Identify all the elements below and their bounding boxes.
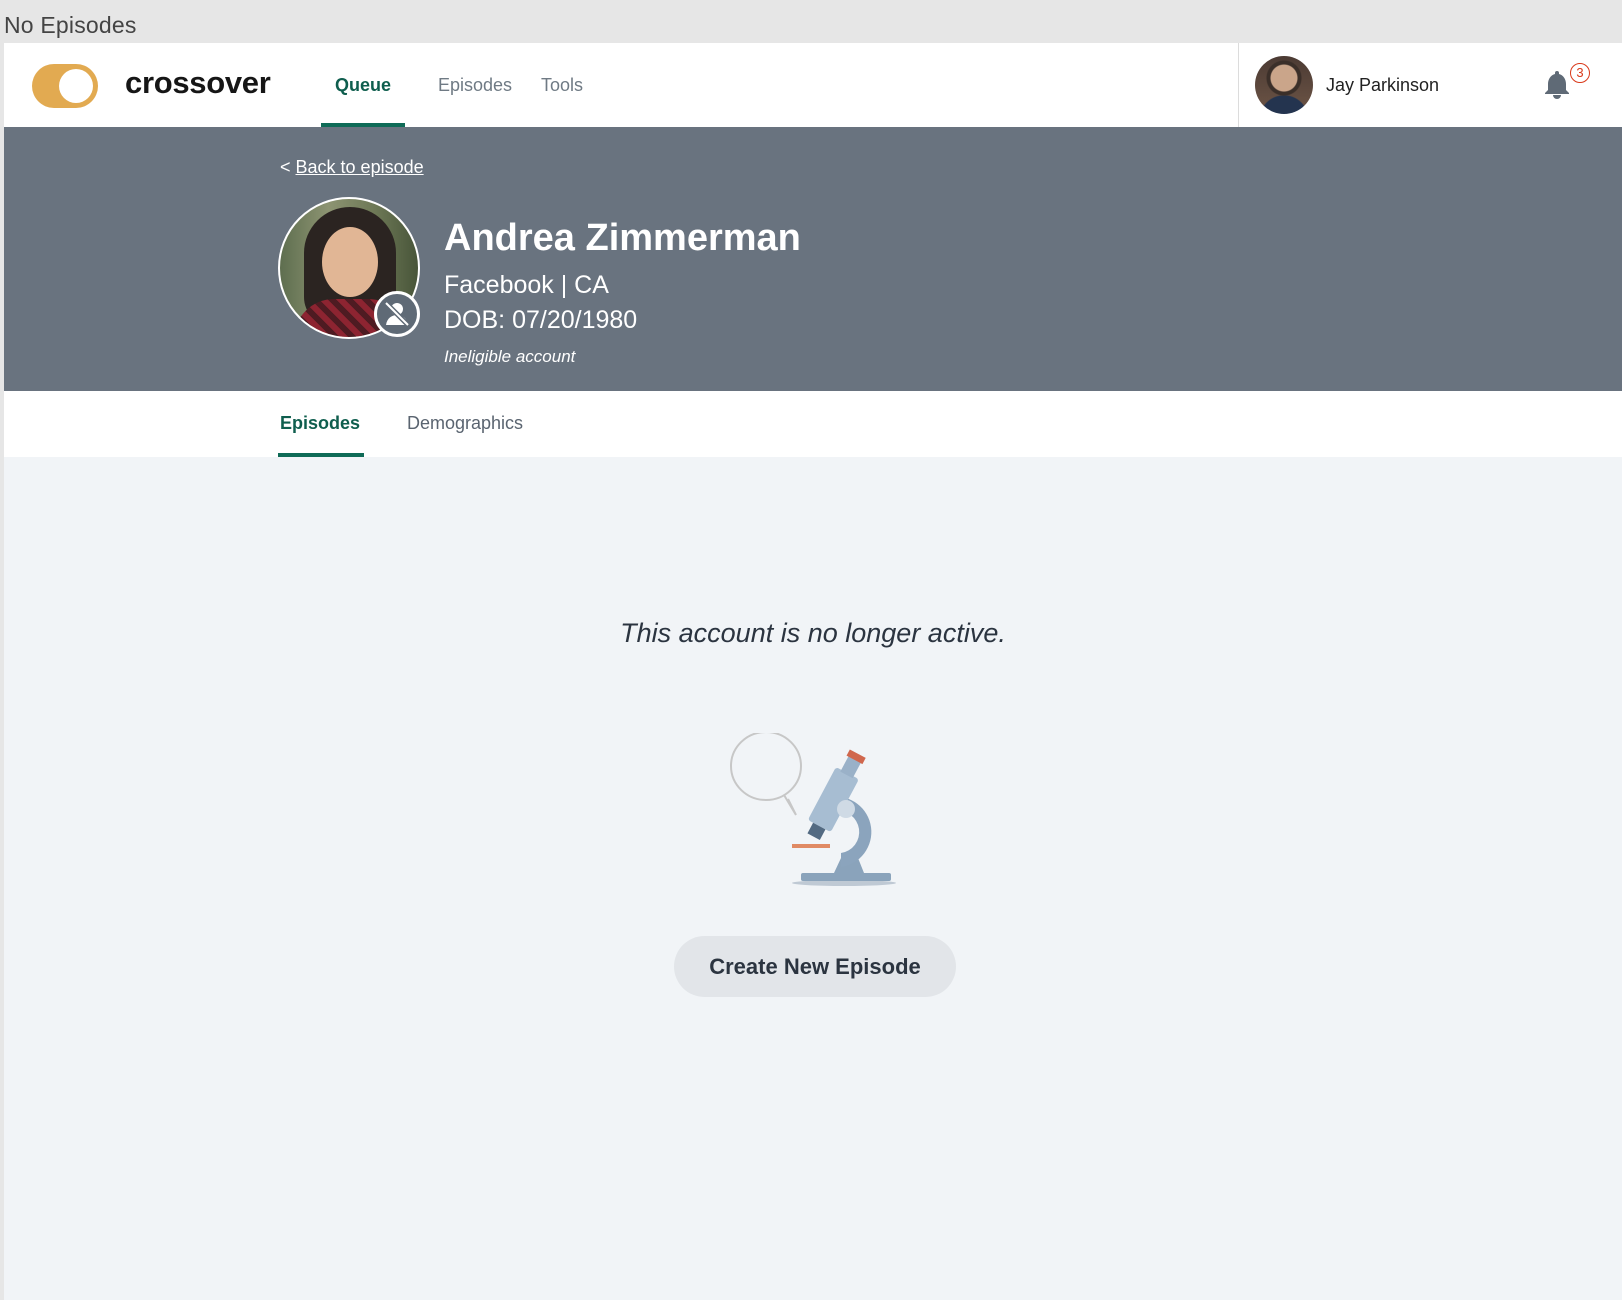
tab-demographics[interactable]: Demographics <box>407 413 523 457</box>
empty-state-message: This account is no longer active. <box>620 618 1006 648</box>
nav-divider <box>1238 43 1239 127</box>
nav-episodes[interactable]: Episodes <box>438 75 512 127</box>
nav-tools[interactable]: Tools <box>541 75 583 127</box>
patient-status: Ineligible account <box>444 347 576 366</box>
back-to-episode-label[interactable]: Back to episode <box>296 157 424 177</box>
create-new-episode-button[interactable]: Create New Episode <box>674 936 956 997</box>
bell-icon[interactable] <box>1544 69 1570 99</box>
brand-name[interactable]: crossover <box>125 65 271 101</box>
microscope-icon <box>730 733 896 886</box>
avatar[interactable] <box>1255 56 1313 114</box>
tab-episodes[interactable]: Episodes <box>277 413 365 457</box>
patient-tabs: Episodes Demographics <box>4 391 1622 457</box>
patient-name: Andrea Zimmerman <box>444 217 801 259</box>
user-name[interactable]: Jay Parkinson <box>1326 75 1439 96</box>
patient-dob: DOB: 07/20/1980 <box>444 306 638 334</box>
toggle-logo-icon[interactable] <box>32 64 98 108</box>
patient-org: Facebook | CA <box>444 271 609 299</box>
nav-queue[interactable]: Queue <box>320 75 406 127</box>
patient-header: < Back to episode Andrea Zimmerman Faceb… <box>4 127 1622 391</box>
window-title: No Episodes <box>4 12 137 38</box>
notification-badge[interactable]: 3 <box>1570 63 1590 83</box>
back-chevron: < <box>280 157 291 177</box>
inactive-user-icon <box>374 291 420 337</box>
app-root: crossover Queue Episodes Tools Jay Parki… <box>4 43 1622 1300</box>
back-to-episode-link[interactable]: < Back to episode <box>280 157 424 178</box>
top-navigation: crossover Queue Episodes Tools Jay Parki… <box>4 43 1622 127</box>
